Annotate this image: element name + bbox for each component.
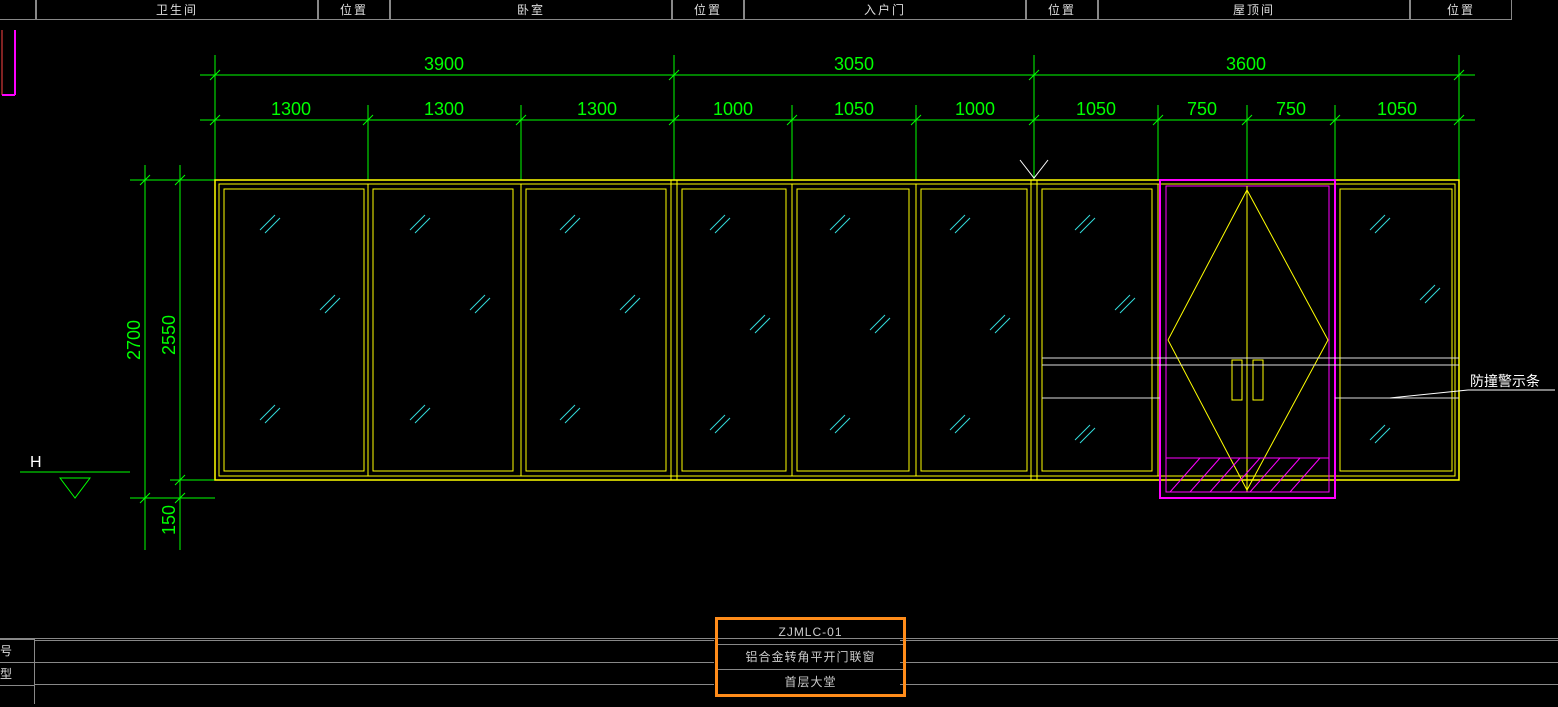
drawing-canvas: 3900 3050 3600 1300 1300 1300 1000 1050 … — [0, 20, 1558, 600]
hdr-cell-3: 位置 — [672, 0, 744, 20]
hdr-cell-5: 位置 — [1026, 0, 1098, 20]
hdr-cell-6: 屋顶间 — [1098, 0, 1410, 20]
dim-major-0: 3900 — [424, 54, 464, 74]
dim-minor-8: 750 — [1276, 99, 1306, 119]
level-mark: H — [30, 454, 42, 471]
dim-minor-2: 1300 — [577, 99, 617, 119]
footer-label-1: 型 — [0, 662, 35, 685]
footer-rule2 — [34, 662, 714, 663]
dim-major-2: 3600 — [1226, 54, 1266, 74]
footer-rule3 — [34, 684, 714, 685]
hdr-cell-0: 卫生间 — [36, 0, 318, 20]
dim-minor-0: 1300 — [271, 99, 311, 119]
dim-v-outer: 2700 — [124, 320, 144, 360]
dim-v-inner: 2550 — [159, 315, 179, 355]
hdr-cell-4: 入户门 — [744, 0, 1026, 20]
dim-major-1: 3050 — [834, 54, 874, 74]
dim-minor-5: 1000 — [955, 99, 995, 119]
hdr-cell-2: 卧室 — [390, 0, 672, 20]
dim-minor-6: 1050 — [1076, 99, 1116, 119]
hdr-spacer — [0, 0, 36, 20]
dim-minor-4: 1050 — [834, 99, 874, 119]
title-desc: 铝合金转角平开门联窗 — [718, 644, 903, 669]
footer-label-0: 号 — [0, 639, 35, 662]
footer-rule-r2 — [900, 662, 1558, 663]
annotation-text: 防撞警示条 — [1470, 373, 1540, 389]
door-icon — [1160, 180, 1335, 498]
footer-label-2 — [0, 685, 35, 704]
header-row: 卫生间 位置 卧室 位置 入户门 位置 屋顶间 位置 — [0, 0, 1558, 20]
title-location: 首层大堂 — [718, 669, 903, 694]
hdr-cell-7: 位置 — [1410, 0, 1512, 20]
title-block: ZJMLC-01 铝合金转角平开门联窗 首层大堂 — [715, 617, 906, 697]
hdr-cell-1: 位置 — [318, 0, 390, 20]
footer-rule — [34, 640, 714, 641]
dim-minor-1: 1300 — [424, 99, 464, 119]
footer-rule-r — [900, 640, 1558, 641]
footer-rule-r3 — [900, 684, 1558, 685]
dim-minor-7: 750 — [1187, 99, 1217, 119]
dim-minor-3: 1000 — [713, 99, 753, 119]
dim-v-bottom: 150 — [159, 505, 179, 535]
title-code: ZJMLC-01 — [718, 620, 903, 644]
annotation-leader — [1390, 390, 1555, 398]
dim-minor-9: 1050 — [1377, 99, 1417, 119]
level-arrow-icon — [20, 472, 130, 498]
